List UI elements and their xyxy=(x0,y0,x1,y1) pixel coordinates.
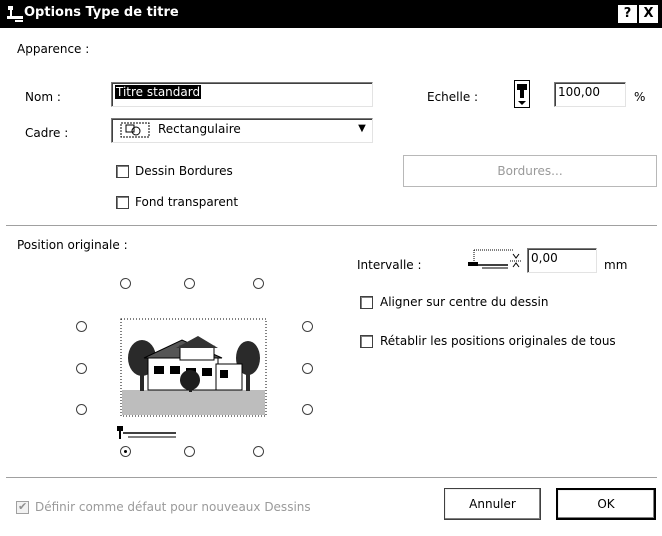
chevron-down-icon[interactable]: ▼ xyxy=(354,121,370,137)
scale-label: Echelle : xyxy=(427,90,479,104)
scale-input-value: 100,00 xyxy=(558,85,600,99)
drawing-preview-image xyxy=(120,318,267,417)
anchor-radio-right-middle[interactable] xyxy=(302,363,313,374)
ok-button[interactable]: OK xyxy=(556,488,656,520)
scale-icon xyxy=(514,80,530,108)
anchor-radio-right-bottom[interactable] xyxy=(302,404,313,415)
anchor-radio-top-center[interactable] xyxy=(184,278,195,289)
scale-unit: % xyxy=(634,90,646,104)
anchor-radio-bottom-right[interactable] xyxy=(253,446,264,457)
anchor-radio-bottom-center[interactable] xyxy=(184,446,195,457)
anchor-radio-left-bottom[interactable] xyxy=(76,404,87,415)
name-input-value: Titre standard xyxy=(115,85,202,99)
window-title: Options Type de titre xyxy=(24,5,179,20)
draw-borders-checkbox[interactable] xyxy=(116,165,129,178)
transparent-bg-label: Fond transparent xyxy=(135,195,239,209)
footer-divider xyxy=(6,477,657,479)
default-checkbox[interactable]: ✔ xyxy=(16,500,29,514)
borders-button[interactable]: Bordures... xyxy=(403,155,657,187)
radio-selected-dot xyxy=(124,450,127,453)
anchor-radio-top-left[interactable] xyxy=(120,278,131,289)
frame-dropdown-value: Rectangulaire xyxy=(158,122,241,136)
scale-input[interactable]: 100,00 xyxy=(554,82,626,107)
anchor-radio-left-top[interactable] xyxy=(76,321,87,332)
default-label: Définir comme défaut pour nouveaux Dessi… xyxy=(35,500,311,514)
restore-positions-checkbox[interactable] xyxy=(360,335,373,348)
options-dialog: Options Type de titre ? X Apparence : No… xyxy=(0,0,662,536)
appearance-section-label: Apparence : xyxy=(17,42,90,56)
align-center-checkbox[interactable] xyxy=(360,296,373,309)
interval-icon xyxy=(468,249,522,269)
interval-label: Intervalle : xyxy=(357,258,422,272)
anchor-radio-bottom-left[interactable] xyxy=(120,446,131,457)
anchor-radio-left-middle[interactable] xyxy=(76,363,87,374)
title-type-icon xyxy=(7,6,23,22)
frame-label: Cadre : xyxy=(25,126,69,140)
title-bar[interactable]: Options Type de titre ? X xyxy=(0,0,662,28)
title-sample-icon xyxy=(117,426,176,439)
close-button[interactable]: X xyxy=(639,5,658,23)
transparent-bg-checkbox[interactable] xyxy=(116,196,129,209)
help-button[interactable]: ? xyxy=(618,5,637,23)
frame-dropdown[interactable]: Rectangulaire ▼ xyxy=(111,118,373,143)
align-center-label: Aligner sur centre du dessin xyxy=(380,295,549,309)
anchor-radio-right-top[interactable] xyxy=(302,321,313,332)
name-label: Nom : xyxy=(25,90,61,104)
anchor-radio-top-right[interactable] xyxy=(253,278,264,289)
draw-borders-label: Dessin Bordures xyxy=(135,164,233,178)
restore-positions-label: Rétablir les positions originales de tou… xyxy=(380,334,616,348)
interval-unit: mm xyxy=(604,258,628,272)
interval-input[interactable]: 0,00 xyxy=(527,248,597,273)
check-icon: ✔ xyxy=(18,500,28,513)
position-section-label: Position originale : xyxy=(17,238,128,252)
name-input[interactable]: Titre standard xyxy=(111,82,373,107)
interval-input-value: 0,00 xyxy=(531,251,558,265)
cancel-button[interactable]: Annuler xyxy=(444,488,541,520)
frame-rect-icon xyxy=(120,122,150,138)
section-divider xyxy=(6,225,657,227)
